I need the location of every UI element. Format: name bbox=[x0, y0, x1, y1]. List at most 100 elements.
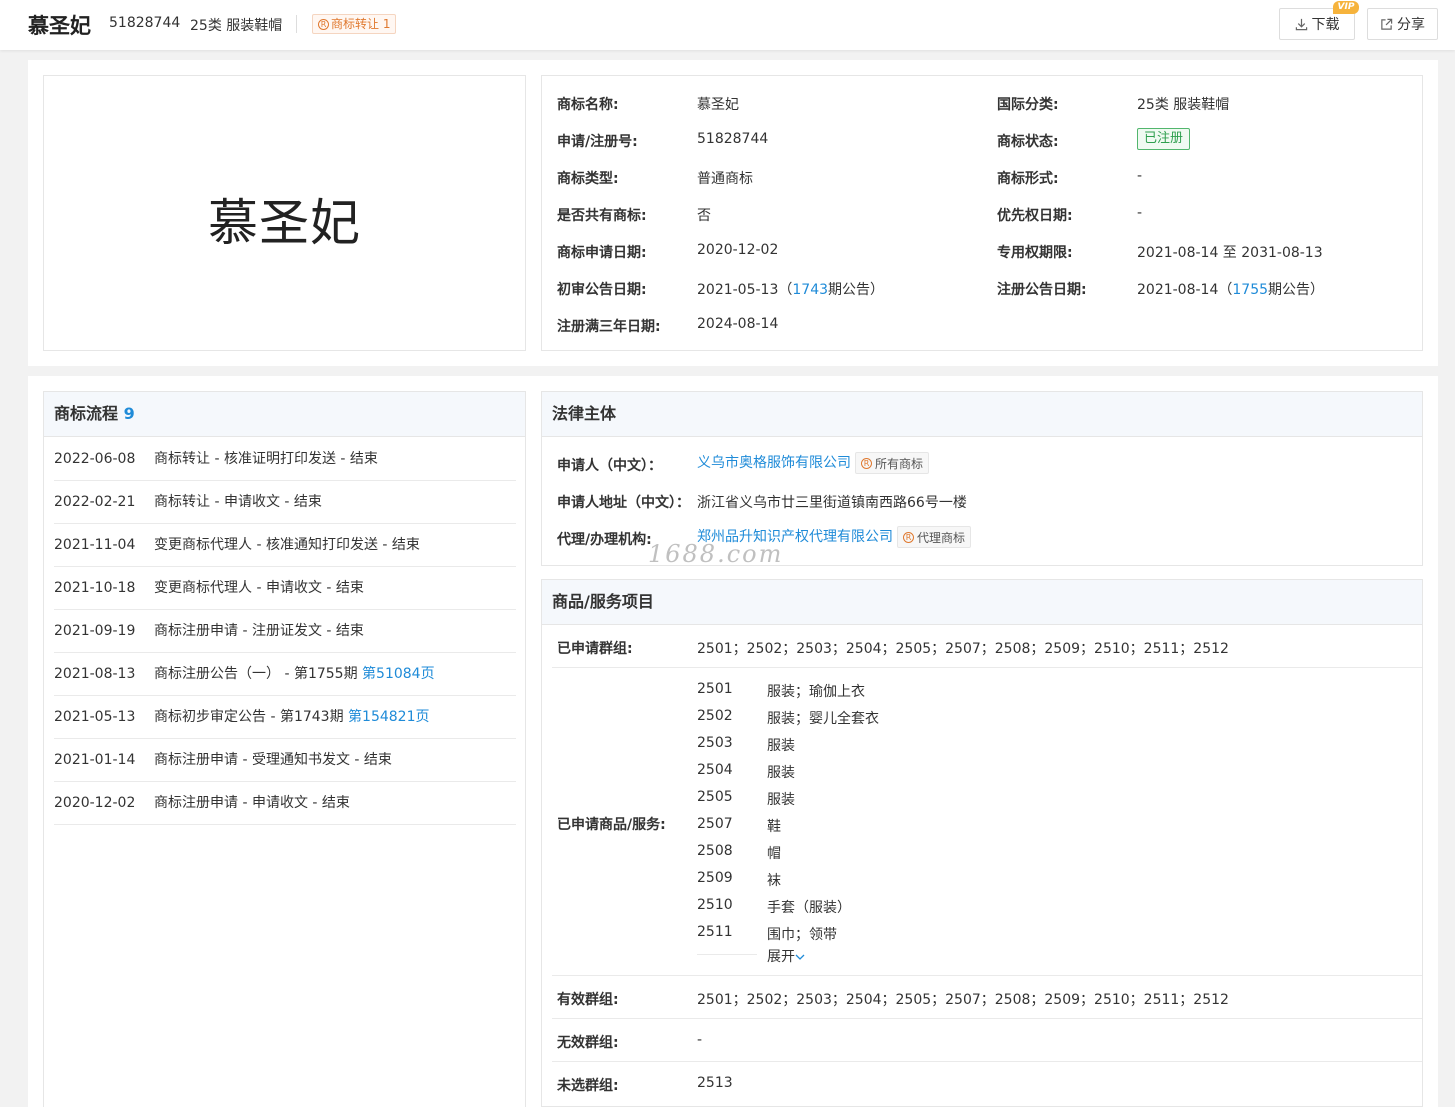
goods-code: 2501 bbox=[697, 681, 733, 697]
flow-item: 2022-06-08 商标转让 - 核准证明打印发送 - 结束 bbox=[54, 438, 516, 481]
value-trademark-type: 普通商标 bbox=[697, 171, 753, 187]
flow-desc-text: 商标初步审定公告 - 第1743期 bbox=[154, 709, 349, 725]
share-icon bbox=[1381, 18, 1393, 30]
value-exclusive-period: 2021-08-14 至 2031-08-13 bbox=[1137, 245, 1323, 261]
value-reg-pub-date: 2021-08-14（1755期公告） bbox=[1137, 279, 1324, 299]
expand-label: 展开 bbox=[767, 949, 795, 965]
share-label: 分享 bbox=[1397, 17, 1425, 33]
trademark-image: 慕圣妃 bbox=[43, 75, 526, 351]
label-priority-date: 优先权日期: bbox=[997, 208, 1073, 224]
divider bbox=[296, 15, 297, 33]
label-status: 商标状态: bbox=[997, 134, 1059, 150]
expand-button[interactable]: 展开 bbox=[767, 946, 805, 966]
value-unselected-groups: 2513 bbox=[697, 1075, 733, 1091]
share-button[interactable]: 分享 bbox=[1367, 8, 1438, 40]
goods-code: 2503 bbox=[697, 735, 733, 751]
flow-item: 2021-08-13 商标注册公告（一） - 第1755期 第51084页 bbox=[54, 653, 516, 696]
value-apply-date: 2020-12-02 bbox=[697, 242, 779, 258]
applicant-link[interactable]: 义乌市奥格服饰有限公司 bbox=[697, 455, 851, 471]
label-applicant: 申请人（中文）： bbox=[557, 458, 662, 474]
flow-date: 2021-10-18 bbox=[54, 580, 136, 596]
goods-code: 2507 bbox=[697, 816, 733, 832]
label-trademark-name: 商标名称: bbox=[557, 97, 619, 113]
goods-name: 服装；婴儿全套衣 bbox=[767, 711, 879, 727]
value-applicant: 义乌市奥格服饰有限公司 R 所有商标 bbox=[697, 452, 930, 474]
value-shared: 否 bbox=[697, 208, 711, 224]
goods-row: 2508 帽 bbox=[697, 843, 781, 862]
owner-trademarks-label: 所有商标 bbox=[875, 456, 924, 471]
reg-pub-date-text: 2021-08-14（ bbox=[1137, 282, 1233, 298]
flow-item: 2021-09-19 商标注册申请 - 注册证发文 - 结束 bbox=[54, 610, 516, 653]
flow-desc-text: 变更商标代理人 - 申请收文 - 结束 bbox=[154, 580, 364, 596]
goods-row: 2507 鞋 bbox=[697, 816, 781, 835]
transfer-tag[interactable]: R 商标转让 1 bbox=[312, 14, 397, 34]
flow-desc: 变更商标代理人 - 申请收文 - 结束 bbox=[154, 567, 364, 610]
goods-row: 2511 围巾；领带 bbox=[697, 924, 837, 943]
flow-date: 2021-01-14 bbox=[54, 752, 136, 768]
flow-date: 2022-06-08 bbox=[54, 451, 136, 467]
flow-desc-text: 商标转让 - 核准证明打印发送 - 结束 bbox=[154, 451, 378, 467]
class-label: 25类 服装鞋帽 bbox=[190, 18, 283, 34]
flow-desc: 商标注册申请 - 申请收文 - 结束 bbox=[154, 782, 350, 825]
flow-header: 商标流程 9 bbox=[44, 392, 525, 437]
label-exclusive-period: 专用权期限: bbox=[997, 245, 1073, 261]
value-trademark-name: 慕圣妃 bbox=[697, 97, 739, 113]
flow-page-link[interactable]: 第154821页 bbox=[348, 709, 429, 725]
goods-row: 2509 袜 bbox=[697, 870, 781, 889]
value-valid-groups: 2501；2502；2503；2504；2505；2507；2508；2509；… bbox=[697, 992, 1229, 1008]
services-section: 商品/服务项目 已申请群组: 2501；2502；2503；2504；2505；… bbox=[541, 579, 1423, 1107]
transfer-tag-label: 商标转让 1 bbox=[331, 17, 391, 31]
label-apply-date: 商标申请日期: bbox=[557, 245, 647, 261]
reg-issue-suffix: 期公告） bbox=[1268, 282, 1325, 298]
flow-desc-text: 商标注册公告（一） - 第1755期 bbox=[154, 666, 363, 682]
goods-name: 帽 bbox=[767, 846, 781, 862]
flow-desc: 商标注册申请 - 注册证发文 - 结束 bbox=[154, 610, 364, 653]
label-shared: 是否共有商标: bbox=[557, 208, 647, 224]
prelim-issue-link[interactable]: 1743 bbox=[792, 282, 828, 298]
divider bbox=[552, 1061, 1422, 1062]
reg-issue-link[interactable]: 1755 bbox=[1232, 282, 1268, 298]
goods-row: 2503 服装 bbox=[697, 735, 795, 754]
goods-code: 2502 bbox=[697, 708, 733, 724]
value-prelim-date: 2021-05-13（1743期公告） bbox=[697, 279, 884, 299]
flow-desc: 商标注册申请 - 受理通知书发文 - 结束 bbox=[154, 739, 392, 782]
flow-date: 2021-11-04 bbox=[54, 537, 136, 553]
flow-date: 2022-02-21 bbox=[54, 494, 136, 510]
registered-icon: R bbox=[903, 531, 914, 543]
vip-badge: VIP bbox=[1333, 1, 1359, 14]
flow-desc-text: 商标注册申请 - 注册证发文 - 结束 bbox=[154, 623, 364, 639]
top-bar: 慕圣妃 51828744 25类 服装鞋帽 R 商标转让 1 下载 VIP 分享 bbox=[0, 0, 1455, 50]
flow-desc-text: 变更商标代理人 - 核准通知打印发送 - 结束 bbox=[154, 537, 420, 553]
value-form: - bbox=[1137, 168, 1143, 184]
trademark-logo-text: 慕圣妃 bbox=[208, 194, 361, 252]
flow-item: 2020-12-02 商标注册申请 - 申请收文 - 结束 bbox=[54, 782, 516, 825]
flow-count: 9 bbox=[123, 404, 135, 423]
registered-icon: R bbox=[318, 18, 329, 30]
goods-name: 服装 bbox=[767, 738, 795, 754]
trademark-title: 慕圣妃 bbox=[28, 14, 91, 38]
label-unselected-groups: 未选群组: bbox=[557, 1078, 619, 1094]
label-valid-groups: 有效群组: bbox=[557, 992, 619, 1008]
goods-name: 服装；瑜伽上衣 bbox=[767, 684, 865, 700]
value-intl-class: 25类 服装鞋帽 bbox=[1137, 97, 1230, 113]
goods-code: 2509 bbox=[697, 870, 733, 886]
goods-row: 2501 服装；瑜伽上衣 bbox=[697, 681, 865, 700]
goods-row: 2502 服装；婴儿全套衣 bbox=[697, 708, 879, 727]
owner-trademarks-tag[interactable]: R 所有商标 bbox=[855, 452, 930, 474]
agent-trademarks-label: 代理商标 bbox=[917, 530, 966, 545]
flow-date: 2021-05-13 bbox=[54, 709, 136, 725]
goods-name: 围巾；领带 bbox=[767, 927, 837, 943]
label-reg-no: 申请/注册号: bbox=[557, 134, 638, 150]
flow-date: 2021-08-13 bbox=[54, 666, 136, 682]
divider bbox=[552, 1018, 1422, 1019]
goods-name: 鞋 bbox=[767, 819, 781, 835]
agent-trademarks-tag[interactable]: R 代理商标 bbox=[897, 526, 972, 548]
value-address: 浙江省义乌市廿三里街道镇南西路66号一楼 bbox=[697, 495, 967, 511]
flow-page-link[interactable]: 第51084页 bbox=[362, 666, 435, 682]
info-card: 商标名称: 慕圣妃 申请/注册号: 51828744 商标类型: 普通商标 是否… bbox=[541, 75, 1423, 351]
watermark: 1688.com bbox=[648, 540, 784, 568]
label-prelim-date: 初审公告日期: bbox=[557, 282, 647, 298]
flow-desc-text: 商标注册申请 - 申请收文 - 结束 bbox=[154, 795, 350, 811]
value-reg-no: 51828744 bbox=[697, 131, 769, 147]
download-label: 下载 bbox=[1311, 17, 1340, 33]
